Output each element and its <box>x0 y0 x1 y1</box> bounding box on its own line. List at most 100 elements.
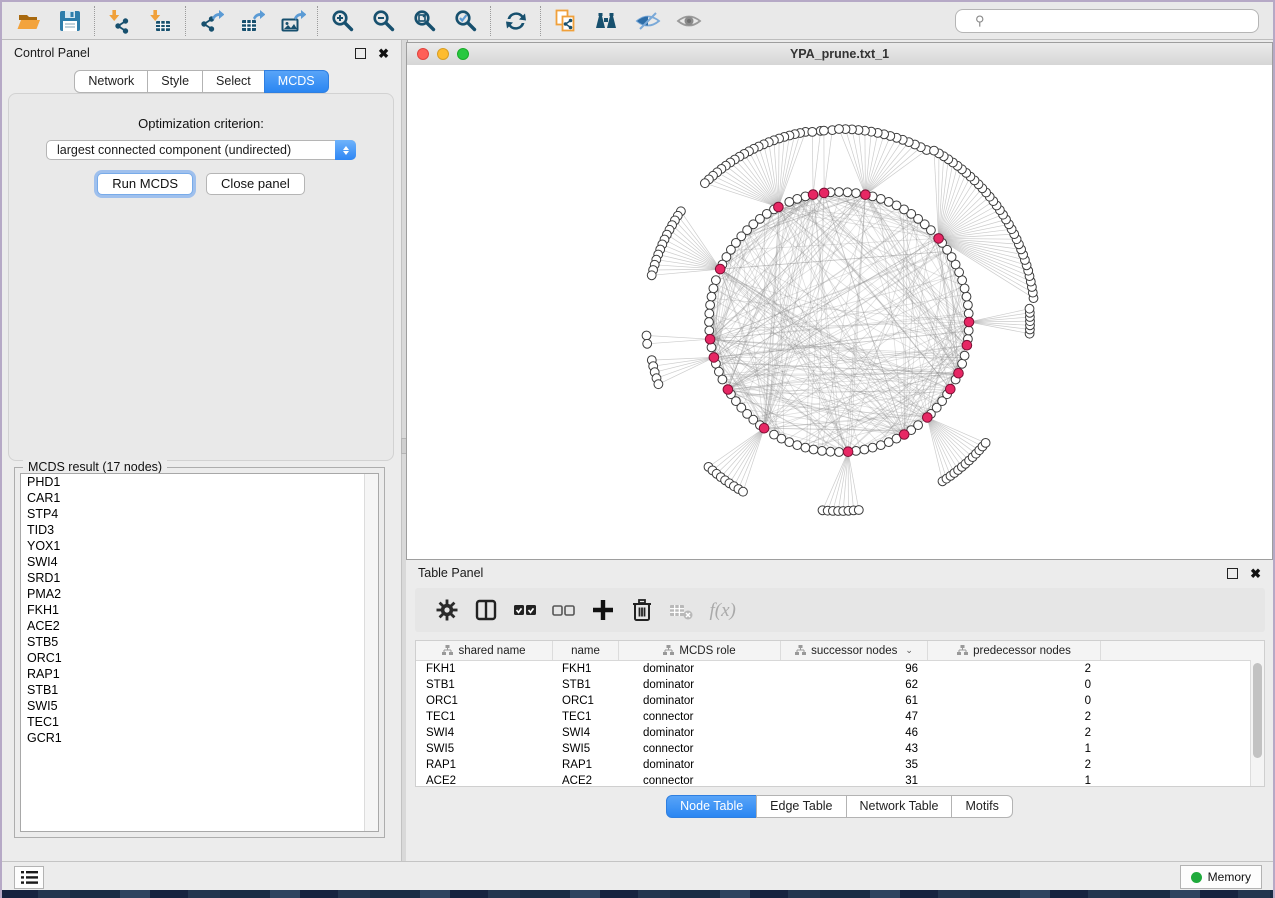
criterion-dropdown[interactable]: largest connected component (undirected) <box>46 140 356 160</box>
export-image-button[interactable] <box>272 5 313 37</box>
column-header-predecessor-nodes[interactable]: predecessor nodes <box>928 641 1101 660</box>
select-all-button[interactable] <box>505 592 544 628</box>
mcds-result-item[interactable]: FKH1 <box>21 602 378 618</box>
mcds-result-item[interactable]: YOX1 <box>21 538 378 554</box>
table-row[interactable]: ACE2ACE2connector311 <box>416 773 1264 787</box>
table-panel: Table Panel ✖ f(x) shared namenameMCDS r… <box>406 560 1273 862</box>
show-columns-button[interactable] <box>466 592 505 628</box>
network-canvas[interactable] <box>407 65 1272 559</box>
mcds-result-list[interactable]: PHD1CAR1STP4TID3YOX1SWI4SRD1PMA2FKH1ACE2… <box>20 473 379 832</box>
column-header-MCDS-role[interactable]: MCDS role <box>619 641 781 660</box>
tab-select[interactable]: Select <box>202 70 265 93</box>
first-neighbors-button[interactable] <box>586 5 627 37</box>
tab-node-table[interactable]: Node Table <box>666 795 757 818</box>
table-cell: SWI5 <box>416 741 553 757</box>
show-all-button[interactable] <box>668 5 709 37</box>
tab-network[interactable]: Network <box>74 70 148 93</box>
zoom-in-button[interactable] <box>322 5 363 37</box>
delete-column-button[interactable] <box>622 592 661 628</box>
table-cell: dominator <box>619 757 781 773</box>
column-header-successor-nodes[interactable]: successor nodes⌄ <box>781 641 928 660</box>
mcds-result-item[interactable]: RAP1 <box>21 666 378 682</box>
table-row[interactable]: SWI5SWI5connector431 <box>416 741 1264 757</box>
mcds-result-item[interactable]: TEC1 <box>21 714 378 730</box>
control-panel: Control Panel ✖ NetworkStyleSelectMCDS O… <box>2 40 401 862</box>
mcds-result-item[interactable]: TID3 <box>21 522 378 538</box>
control-panel-titlebar: Control Panel ✖ <box>2 40 401 66</box>
node-table[interactable]: shared namenameMCDS rolesuccessor nodes⌄… <box>415 640 1265 787</box>
table-scrollbar-thumb[interactable] <box>1253 663 1262 758</box>
zoom-fit-button[interactable] <box>404 5 445 37</box>
mcds-result-item[interactable]: GCR1 <box>21 730 378 746</box>
mcds-list-scrollbar[interactable] <box>364 474 378 831</box>
import-network-button[interactable] <box>99 5 140 37</box>
zoom-selected-button[interactable] <box>445 5 486 37</box>
table-cell: connector <box>619 773 781 787</box>
close-icon[interactable]: ✖ <box>378 47 389 60</box>
mcds-result-item[interactable]: SRD1 <box>21 570 378 586</box>
mcds-result-item[interactable]: STB1 <box>21 682 378 698</box>
mcds-result-item[interactable]: SWI4 <box>21 554 378 570</box>
mcds-result-item[interactable]: STP4 <box>21 506 378 522</box>
table-row[interactable]: STB1STB1dominator620 <box>416 677 1264 693</box>
refresh-button[interactable] <box>495 5 536 37</box>
mcds-result-item[interactable]: PMA2 <box>21 586 378 602</box>
table-cell: SWI4 <box>553 725 619 741</box>
float-icon[interactable] <box>1227 568 1238 579</box>
save-button[interactable] <box>49 5 90 37</box>
float-icon[interactable] <box>355 48 366 59</box>
tab-network-table[interactable]: Network Table <box>846 795 953 818</box>
mcds-result-item[interactable]: CAR1 <box>21 490 378 506</box>
hide-selected-button[interactable] <box>627 5 668 37</box>
zoom-out-button[interactable] <box>363 5 404 37</box>
table-cell: 2 <box>928 757 1101 773</box>
table-settings-button[interactable] <box>427 592 466 628</box>
column-header-name[interactable]: name <box>553 641 619 660</box>
table-row[interactable]: FKH1FKH1dominator962 <box>416 661 1264 677</box>
run-mcds-button[interactable]: Run MCDS <box>97 173 193 195</box>
open-folder-button[interactable] <box>8 5 49 37</box>
table-cell: dominator <box>619 693 781 709</box>
memory-button[interactable]: Memory <box>1180 865 1262 889</box>
tab-edge-table[interactable]: Edge Table <box>756 795 846 818</box>
mcds-result-item[interactable]: PHD1 <box>21 474 378 490</box>
delete-column-icon <box>629 597 655 623</box>
new-network-from-selection-icon <box>553 8 579 34</box>
network-graph[interactable] <box>407 65 1272 559</box>
table-cell: connector <box>619 709 781 725</box>
show-panels-button[interactable] <box>14 866 44 889</box>
table-row[interactable]: ORC1ORC1dominator610 <box>416 693 1264 709</box>
network-window-title: YPA_prune.txt_1 <box>407 47 1272 61</box>
network-window-titlebar[interactable]: YPA_prune.txt_1 <box>407 43 1272 66</box>
export-network-button[interactable] <box>190 5 231 37</box>
export-table-button[interactable] <box>231 5 272 37</box>
table-row[interactable]: TEC1TEC1connector472 <box>416 709 1264 725</box>
deselect-all-button[interactable] <box>544 592 583 628</box>
table-row[interactable]: RAP1RAP1dominator352 <box>416 757 1264 773</box>
import-table-button[interactable] <box>140 5 181 37</box>
table-cell: 47 <box>781 709 928 725</box>
table-cell: 35 <box>781 757 928 773</box>
tab-motifs[interactable]: Motifs <box>951 795 1012 818</box>
network-view-window: YPA_prune.txt_1 <box>406 42 1273 560</box>
close-panel-button[interactable]: Close panel <box>206 173 305 195</box>
table-scrollbar[interactable] <box>1250 660 1264 786</box>
mcds-result-item[interactable]: STB5 <box>21 634 378 650</box>
export-network-icon <box>198 8 224 34</box>
mcds-result-item[interactable]: ORC1 <box>21 650 378 666</box>
table-cell: dominator <box>619 725 781 741</box>
tab-style[interactable]: Style <box>147 70 203 93</box>
mcds-result-groupbox: MCDS result (17 nodes) PHD1CAR1STP4TID3Y… <box>14 467 385 838</box>
zoom-in-icon <box>330 8 356 34</box>
column-header-shared-name[interactable]: shared name <box>416 641 553 660</box>
table-cell: dominator <box>619 661 781 677</box>
tab-mcds[interactable]: MCDS <box>264 70 329 93</box>
search-input[interactable] <box>955 9 1259 33</box>
mcds-result-item[interactable]: ACE2 <box>21 618 378 634</box>
table-row[interactable]: SWI4SWI4dominator462 <box>416 725 1264 741</box>
close-icon[interactable]: ✖ <box>1250 567 1261 580</box>
new-network-from-selection-button[interactable] <box>545 5 586 37</box>
function-builder-icon: f(x) <box>700 597 739 623</box>
mcds-result-item[interactable]: SWI5 <box>21 698 378 714</box>
add-column-button[interactable] <box>583 592 622 628</box>
